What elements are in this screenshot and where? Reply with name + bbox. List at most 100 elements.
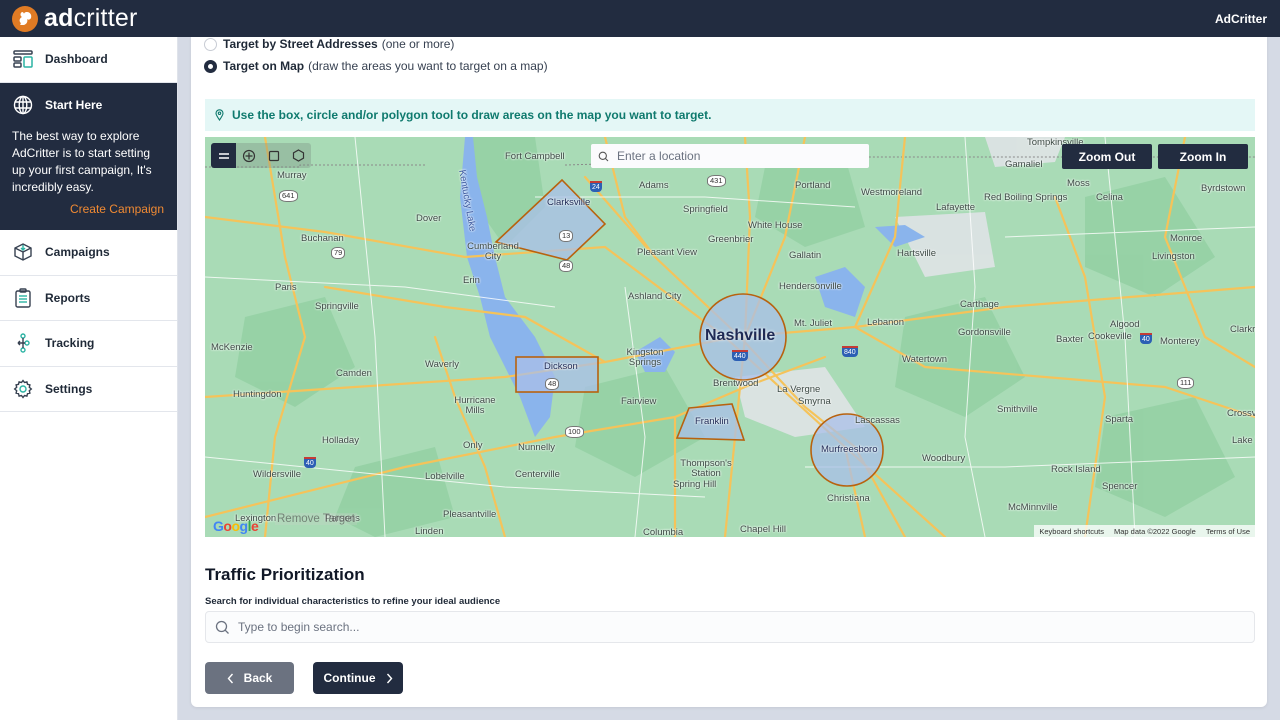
map-place-label: Cumberland City — [467, 241, 519, 262]
target-label-clarksville: Clarksville — [547, 197, 591, 208]
location-input[interactable] — [617, 149, 857, 163]
route-shield: 431 — [707, 175, 726, 187]
map-place-label: Dover — [416, 213, 442, 224]
box-icon — [12, 241, 34, 263]
map-place-label: Lascassas — [855, 415, 900, 426]
keyboard-shortcuts-link[interactable]: Keyboard shortcuts — [1034, 527, 1109, 536]
sidebar-item-settings[interactable]: Settings — [0, 367, 177, 412]
circle-tool-button[interactable] — [236, 143, 261, 168]
map-place-label: Adams — [639, 180, 669, 191]
map-place-label: Woodbury — [922, 453, 966, 464]
hexagon-icon — [292, 149, 305, 162]
map-place-label: Chapel Hill — [740, 524, 786, 535]
map-place-label: Only — [463, 440, 483, 451]
tracking-nodes-icon — [12, 332, 34, 354]
square-icon — [268, 150, 279, 161]
drawing-toolbar — [211, 143, 311, 168]
sidebar-item-dashboard[interactable]: Dashboard — [0, 37, 177, 83]
map-place-label: McKenzie — [211, 342, 253, 353]
sidebar-item-tracking[interactable]: Tracking — [0, 321, 177, 367]
circle-plus-icon — [242, 149, 255, 162]
sidebar-item-reports[interactable]: Reports — [0, 276, 177, 321]
map-place-label: Monroe — [1170, 233, 1203, 244]
map-place-label: Lafayette — [936, 202, 976, 213]
target-label-murfreesboro: Murfreesboro — [821, 444, 878, 455]
map-place-label: Sparta — [1105, 414, 1133, 425]
traffic-prioritization-subtitle: Search for individual characteristics to… — [205, 596, 501, 607]
terms-of-use-link[interactable]: Terms of Use — [1201, 527, 1255, 536]
audience-search[interactable] — [205, 611, 1255, 643]
remove-target-button[interactable]: Remove Target — [275, 513, 357, 525]
map-place-label: Watertown — [902, 354, 948, 365]
map-place-label: Holladay — [322, 435, 359, 446]
option-description: (one or more) — [381, 37, 455, 51]
account-name[interactable]: AdCritter — [1215, 12, 1267, 26]
map-place-label: Spring Hill — [673, 479, 717, 490]
traffic-prioritization-title: Traffic Prioritization — [205, 565, 365, 584]
map-place-label: Fairview — [621, 396, 657, 407]
search-icon — [215, 620, 229, 634]
target-map[interactable]: Murray Fort Campbell Tompkinsville Gamal… — [205, 137, 1255, 537]
map-place-label: Lebanon — [867, 317, 904, 328]
map-place-label: Springfield — [683, 204, 728, 215]
sidebar-item-campaigns[interactable]: Campaigns — [0, 230, 177, 276]
radio-button[interactable] — [204, 37, 217, 51]
target-label-franklin: Franklin — [695, 416, 729, 427]
radio-target-on-map[interactable]: Target on Map (draw the areas you want t… — [204, 59, 548, 73]
sidebar-item-label: Tracking — [45, 336, 95, 351]
option-label: Target by Street Addresses — [223, 37, 378, 51]
map-place-label: Hendersonville — [779, 281, 842, 292]
route-shield: 48 — [559, 260, 574, 272]
box-tool-button[interactable] — [261, 143, 286, 168]
sidebar-item-start-here[interactable]: Start Here — [12, 83, 164, 129]
map-place-label: Wildersville — [253, 469, 302, 480]
map-place-label: Rock Island — [1051, 464, 1101, 475]
map-place-label: Spencer — [1102, 481, 1138, 492]
create-campaign-link[interactable]: Create Campaign — [12, 202, 164, 216]
radio-button-selected[interactable] — [204, 59, 217, 73]
continue-button[interactable]: Continue — [313, 662, 403, 694]
interstate-shield: 440 — [732, 350, 748, 361]
map-place-label: Moss — [1067, 178, 1090, 189]
instructions-text: Use the box, circle and/or polygon tool … — [232, 108, 712, 122]
brand-light: critter — [73, 4, 138, 32]
chevron-right-icon — [386, 673, 392, 683]
map-place-label: Byrdstown — [1201, 183, 1246, 194]
interstate-shield: 40 — [1140, 333, 1152, 344]
map-place-label: Greenbrier — [708, 234, 754, 245]
sidebar: Dashboard Start Here The best way to exp… — [0, 37, 178, 720]
back-button[interactable]: Back — [205, 662, 294, 694]
map-place-label: Monterey — [1160, 336, 1200, 347]
route-shield: 100 — [565, 426, 584, 438]
map-place-label: Pleasant View — [637, 247, 698, 258]
audience-search-input[interactable] — [238, 620, 1138, 634]
globe-icon — [12, 94, 34, 116]
adcritter-logo[interactable]: adcritter — [12, 4, 138, 32]
map-location-search[interactable] — [591, 144, 869, 168]
map-place-label: Erin — [463, 275, 480, 286]
start-here-text: The best way to explore AdCritter is to … — [12, 129, 152, 194]
map-place-label: Smithville — [997, 404, 1038, 415]
clipboard-icon — [12, 287, 34, 309]
brand-bold: ad — [44, 4, 74, 32]
route-shield: 111 — [1177, 377, 1195, 389]
map-place-label: Westmoreland — [861, 187, 923, 198]
menu-tool-button[interactable] — [211, 143, 236, 168]
map-place-label: Waverly — [425, 359, 459, 370]
map-data-credit: Map data ©2022 Google — [1113, 526, 1196, 536]
route-shield: 48 — [545, 378, 560, 390]
map-place-label: Crossville — [1227, 408, 1255, 419]
map-place-label: Fort Campbell — [505, 151, 565, 162]
radio-target-street-addresses[interactable]: Target by Street Addresses (one or more) — [204, 37, 454, 51]
polygon-tool-button[interactable] — [286, 143, 311, 168]
menu-icon — [218, 152, 229, 159]
zoom-in-button[interactable]: Zoom In — [1158, 144, 1248, 169]
map-place-label: Paris — [275, 282, 297, 293]
zoom-out-button[interactable]: Zoom Out — [1062, 144, 1152, 169]
map-place-label: Gamaliel — [1005, 159, 1043, 170]
map-place-label: Portland — [795, 180, 831, 191]
map-place-label: Celina — [1096, 192, 1123, 203]
sidebar-item-label: Dashboard — [45, 52, 108, 67]
map-place-label: White House — [748, 220, 803, 231]
start-here-panel: Start Here The best way to explore AdCri… — [0, 82, 177, 230]
